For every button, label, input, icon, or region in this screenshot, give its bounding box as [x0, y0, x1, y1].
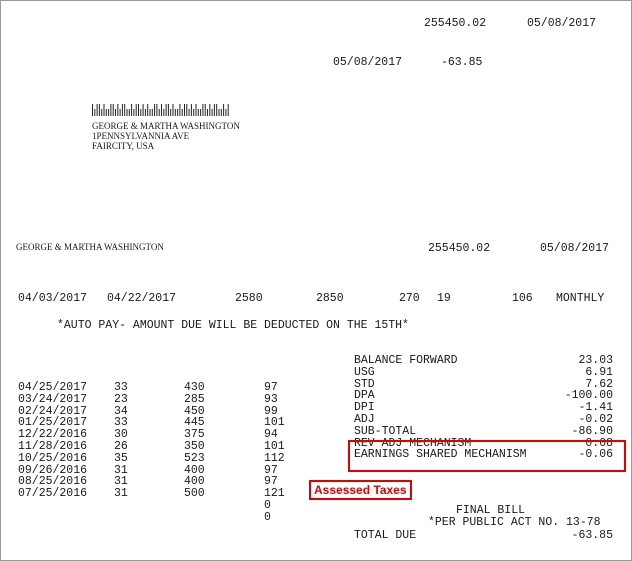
address-name: GEORGE & MARTHA WASHINGTON	[92, 121, 240, 131]
auto-pay-notice: *AUTO PAY- AMOUNT DUE WILL BE DEDUCTED O…	[57, 319, 409, 332]
usage-value: 270	[399, 292, 420, 305]
history-avg-cell: 0	[264, 510, 271, 524]
bill-frame	[0, 0, 632, 561]
previous-reading: 2580	[235, 292, 263, 305]
assessed-taxes-label: Assessed Taxes	[309, 480, 412, 500]
history-avg-cell: 93	[264, 392, 278, 406]
history-days-cell: 23	[114, 392, 128, 406]
summary-value: -86.90	[571, 424, 613, 438]
meter-factor: 106	[512, 292, 533, 305]
address-city: FAIRCITY, USA	[92, 141, 155, 151]
billing-days: 19	[437, 292, 451, 305]
summary-label: SUB-TOTAL	[354, 424, 417, 438]
account-number: 255450.02	[428, 242, 491, 255]
history-date-cell: 10/25/2016	[18, 451, 88, 465]
header-account: 255450.02	[424, 17, 487, 30]
summary-label: STD	[354, 377, 375, 391]
history-days-cell: 35	[114, 451, 128, 465]
history-avg-cell: 112	[264, 451, 285, 465]
current-reading: 2850	[316, 292, 344, 305]
summary-value: 6.91	[585, 365, 613, 379]
second-date: 05/08/2017	[333, 56, 403, 69]
second-amount: -63.85	[441, 56, 483, 69]
public-act-text: *PER PUBLIC ACT NO. 13-78	[428, 516, 601, 529]
billing-plan: MONTHLY	[556, 292, 605, 305]
summary-label: BALANCE FORWARD	[354, 354, 458, 367]
account-date: 05/08/2017	[540, 242, 610, 255]
history-kwh-cell: 285	[184, 392, 205, 406]
address-street: 1PENNSYLVANNIA AVE	[92, 131, 190, 141]
period-to: 04/22/2017	[107, 292, 177, 305]
period-from: 04/03/2017	[18, 292, 88, 305]
history-kwh-cell: 500	[184, 487, 205, 501]
postal-barcode-icon	[92, 104, 229, 116]
total-due-value: -63.85	[571, 529, 613, 542]
summary-label: USG	[354, 365, 375, 379]
summary-label: DPI	[354, 401, 375, 415]
highlight-box	[348, 440, 626, 472]
total-due-label: TOTAL DUE	[354, 529, 417, 542]
history-date-cell: 07/25/2016	[18, 487, 88, 501]
account-name: GEORGE & MARTHA WASHINGTON	[16, 242, 164, 252]
history-days-cell: 31	[114, 487, 128, 501]
history-kwh-cell: 523	[184, 451, 205, 465]
history-date-cell: 03/24/2017	[18, 392, 88, 406]
header-date: 05/08/2017	[527, 17, 597, 30]
summary-label: DPA	[354, 389, 375, 403]
